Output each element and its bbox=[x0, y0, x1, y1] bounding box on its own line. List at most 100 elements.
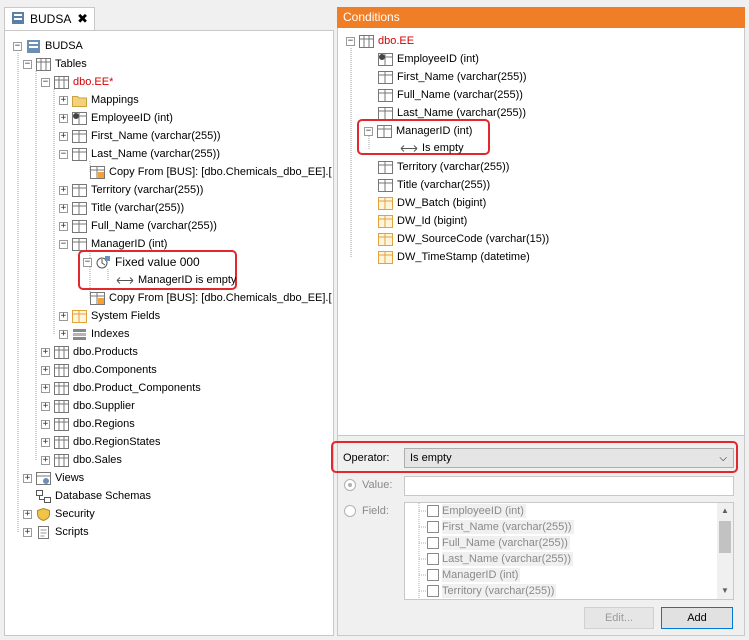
expand-icon[interactable]: + bbox=[59, 329, 68, 339]
expand-icon[interactable]: + bbox=[59, 131, 68, 141]
expand-icon[interactable]: + bbox=[41, 347, 50, 357]
collapse-icon[interactable]: − bbox=[13, 41, 22, 51]
tree-item-regionstates[interactable]: + dbo.RegionStates bbox=[41, 433, 160, 451]
expand-icon[interactable]: + bbox=[41, 419, 50, 429]
expand-icon[interactable]: + bbox=[23, 509, 32, 519]
expand-icon[interactable]: + bbox=[41, 455, 50, 465]
tree-item-territory[interactable]: + Territory (varchar(255)) bbox=[59, 181, 203, 199]
checkbox[interactable] bbox=[427, 585, 439, 597]
collapse-icon[interactable]: − bbox=[59, 149, 68, 159]
tree-item-last-name[interactable]: − Last_Name (varchar(255)) bbox=[59, 145, 220, 163]
table-icon bbox=[54, 453, 69, 467]
cond-table-row[interactable]: − dbo.EE bbox=[346, 32, 414, 50]
add-button[interactable]: Add bbox=[661, 607, 733, 629]
tree-item-indexes[interactable]: + Indexes bbox=[59, 325, 130, 343]
tree-item-manager-empty[interactable]: ManagerID is empty bbox=[116, 271, 236, 289]
field-item-last-name[interactable]: Last_Name (varchar(255)) bbox=[427, 551, 573, 567]
checkbox[interactable] bbox=[427, 553, 439, 565]
field-item-employee-id[interactable]: EmployeeID (int) bbox=[427, 503, 526, 519]
tree-item-sales[interactable]: + dbo.Sales bbox=[41, 451, 122, 469]
expand-icon[interactable]: + bbox=[59, 113, 68, 123]
column-icon bbox=[72, 183, 87, 197]
scroll-thumb[interactable] bbox=[719, 521, 731, 553]
tree-item-fixed-value[interactable]: − Fixed value 000 bbox=[83, 253, 200, 271]
tree-item-security[interactable]: + Security bbox=[23, 505, 95, 523]
tree-item-tables[interactable]: − Tables bbox=[23, 55, 87, 73]
field-item-manager-id[interactable]: ManagerID (int) bbox=[427, 567, 521, 583]
tree-item-products[interactable]: + dbo.Products bbox=[41, 343, 138, 361]
cond-field-dw-sourcecode[interactable]: DW_SourceCode (varchar(15)) bbox=[378, 230, 549, 248]
operator-select[interactable]: Is empty ⌵ bbox=[404, 448, 734, 468]
field-item-territory[interactable]: Territory (varchar(255)) bbox=[427, 583, 557, 599]
checkbox[interactable] bbox=[427, 505, 439, 517]
tree-item-scripts[interactable]: + Scripts bbox=[23, 523, 89, 541]
scroll-up-icon[interactable]: ▲ bbox=[717, 503, 733, 519]
cond-field-title[interactable]: Title (varchar(255)) bbox=[378, 176, 490, 194]
cond-field-manager-id[interactable]: − ManagerID (int) bbox=[364, 122, 472, 140]
checkbox[interactable] bbox=[427, 537, 439, 549]
tree-item-mappings[interactable]: + Mappings bbox=[59, 91, 139, 109]
expand-icon[interactable]: + bbox=[41, 365, 50, 375]
operator-label: Operator: bbox=[343, 452, 390, 464]
expand-icon[interactable]: + bbox=[59, 95, 68, 105]
system-column-icon bbox=[378, 232, 393, 246]
field-item-first-name[interactable]: First_Name (varchar(255)) bbox=[427, 519, 574, 535]
tree-item-copy-from-1[interactable]: Copy From [BUS]: [dbo.Chemicals_dbo_EE].… bbox=[90, 163, 335, 181]
tree-item-title[interactable]: + Title (varchar(255)) bbox=[59, 199, 184, 217]
collapse-icon[interactable]: − bbox=[59, 239, 68, 249]
edit-button[interactable]: Edit... bbox=[584, 607, 654, 629]
cond-field-territory[interactable]: Territory (varchar(255)) bbox=[378, 158, 509, 176]
field-item-full-name[interactable]: Full_Name (varchar(255)) bbox=[427, 535, 570, 551]
column-icon bbox=[377, 124, 392, 138]
collapse-icon[interactable]: − bbox=[83, 257, 92, 267]
cond-field-full-name[interactable]: Full_Name (varchar(255)) bbox=[378, 86, 523, 104]
checkbox[interactable] bbox=[427, 569, 439, 581]
tree-item-copy-from-2[interactable]: Copy From [BUS]: [dbo.Chemicals_dbo_EE].… bbox=[90, 289, 335, 307]
tree-item-regions[interactable]: + dbo.Regions bbox=[41, 415, 135, 433]
expand-icon[interactable]: + bbox=[59, 311, 68, 321]
collapse-icon[interactable]: − bbox=[23, 59, 32, 69]
tree-item-product-components[interactable]: + dbo.Product_Components bbox=[41, 379, 201, 397]
tree-item-full-name[interactable]: + Full_Name (varchar(255)) bbox=[59, 217, 217, 235]
cond-field-dw-timestamp[interactable]: DW_TimeStamp (datetime) bbox=[378, 248, 530, 266]
cond-field-dw-id[interactable]: DW_Id (bigint) bbox=[378, 212, 467, 230]
close-icon[interactable]: ✖ bbox=[77, 11, 88, 27]
checkbox[interactable] bbox=[427, 521, 439, 533]
cond-is-empty[interactable]: Is empty bbox=[400, 139, 464, 157]
column-icon bbox=[378, 160, 393, 174]
tree-item-supplier[interactable]: + dbo.Supplier bbox=[41, 397, 135, 415]
chevron-down-icon: ⌵ bbox=[719, 452, 727, 464]
tree-item-ee-table[interactable]: − dbo.EE* bbox=[41, 73, 113, 91]
tree-root[interactable]: − BUDSA bbox=[13, 37, 83, 55]
collapse-icon[interactable]: − bbox=[346, 36, 355, 46]
value-radio[interactable] bbox=[344, 479, 356, 491]
expand-icon[interactable]: + bbox=[41, 437, 50, 447]
expand-icon[interactable]: + bbox=[59, 203, 68, 213]
tree-item-components[interactable]: + dbo.Components bbox=[41, 361, 157, 379]
collapse-icon[interactable]: − bbox=[364, 126, 373, 136]
scroll-down-icon[interactable]: ▼ bbox=[717, 583, 733, 599]
value-input[interactable] bbox=[404, 476, 734, 496]
expand-icon[interactable]: + bbox=[41, 401, 50, 411]
cond-field-first-name[interactable]: First_Name (varchar(255)) bbox=[378, 68, 527, 86]
tree-item-views[interactable]: + Views bbox=[23, 469, 84, 487]
tree-item-employee-id[interactable]: + EmployeeID (int) bbox=[59, 109, 173, 127]
root-label: BUDSA bbox=[45, 40, 83, 52]
tree-item-system-fields[interactable]: + System Fields bbox=[59, 307, 160, 325]
collapse-icon[interactable]: − bbox=[41, 77, 50, 87]
document-tab[interactable]: BUDSA ✖ bbox=[4, 7, 95, 30]
expand-icon[interactable]: + bbox=[41, 383, 50, 393]
field-radio[interactable] bbox=[344, 505, 356, 517]
expand-icon[interactable]: + bbox=[23, 527, 32, 537]
field-list[interactable]: EmployeeID (int) First_Name (varchar(255… bbox=[404, 502, 734, 600]
field-list-scrollbar[interactable]: ▲ ▼ bbox=[717, 503, 733, 599]
expand-icon[interactable]: + bbox=[59, 221, 68, 231]
expand-icon[interactable]: + bbox=[23, 473, 32, 483]
tree-item-database-schemas[interactable]: Database Schemas bbox=[23, 487, 151, 505]
cond-field-employee-id[interactable]: EmployeeID (int) bbox=[378, 50, 479, 68]
expand-icon[interactable]: + bbox=[59, 185, 68, 195]
operator-value: Is empty bbox=[410, 452, 452, 464]
tree-item-first-name[interactable]: + First_Name (varchar(255)) bbox=[59, 127, 221, 145]
cond-field-dw-batch[interactable]: DW_Batch (bigint) bbox=[378, 194, 486, 212]
column-icon bbox=[378, 106, 393, 120]
